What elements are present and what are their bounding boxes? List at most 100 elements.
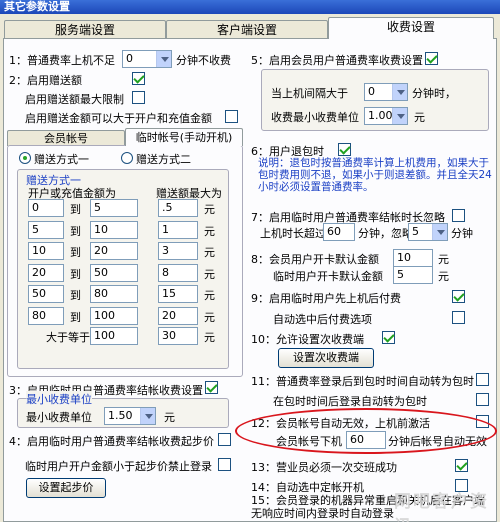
gift-row-gift-input[interactable]: 15 (158, 285, 198, 303)
min-minutes-select[interactable]: 0 (122, 50, 172, 68)
tab-server-settings[interactable]: 服务端设置 (4, 20, 166, 38)
gift-row-gift-input[interactable]: .5 (158, 199, 198, 217)
subtab-temp[interactable]: 临时帐号(手动开机) (125, 128, 243, 146)
option-7-checkbox[interactable] (452, 209, 465, 222)
tab-client-settings[interactable]: 客户端设置 (166, 20, 328, 38)
member-default-unit: 元 (438, 253, 449, 266)
option-11-checkbox[interactable] (476, 373, 489, 386)
last-row-amount-input[interactable]: 100 (90, 327, 138, 345)
option-9-checkbox[interactable] (452, 290, 465, 303)
min-charge-select[interactable]: 1.00 (364, 107, 408, 125)
option-3-checkbox[interactable] (205, 381, 218, 394)
interval-unit: 分钟时， (412, 87, 456, 100)
gift-row-to-input[interactable]: 80 (90, 285, 138, 303)
min-unit-yuan: 元 (164, 411, 175, 424)
enable-gift-checkbox[interactable] (132, 72, 145, 85)
member-default-amount-input[interactable]: 10 (393, 249, 433, 267)
gift-row-gift-input[interactable]: 1 (158, 220, 198, 239)
option-5-label: 5：启用会员用户普通费率收费设置 (251, 54, 423, 67)
gift-row-from-input[interactable]: 80 (28, 306, 64, 325)
option-11a-label: 在包时时间后登录自动转为包时 (273, 395, 427, 408)
gift-exceed-label: 启用赠送金额可以大于开户和充值金额 (25, 112, 212, 125)
gift-mode-1-label: 赠送方式一 (34, 153, 89, 166)
gift-row-from-input[interactable]: 20 (28, 263, 64, 282)
option-4a-label: 临时用户开户金额小于起步价禁止登录 (25, 460, 212, 473)
ignore-select[interactable]: 5 (408, 223, 448, 241)
highlight-ellipse (235, 408, 497, 454)
option-4a-checkbox[interactable] (218, 458, 231, 471)
gift-row-from-input[interactable]: 50 (28, 285, 64, 303)
option-13-checkbox[interactable] (455, 459, 468, 472)
window-title: 其它参数设置 (0, 0, 500, 14)
option-10-checkbox[interactable] (382, 331, 395, 344)
option-1-suffix: 分钟不收费 (176, 54, 231, 67)
gift-row-gift-input[interactable]: 20 (158, 306, 198, 325)
option-11a-checkbox[interactable] (476, 393, 489, 406)
gift-row-unit: 元 (204, 203, 215, 216)
gift-row-unit: 元 (204, 310, 215, 324)
min-unit-select[interactable]: 1.50 (104, 407, 156, 425)
watermark: 网吧客户资讯 (394, 492, 489, 522)
option-4-label: 4：启用临时用户普通费率结帐收费起步价 (9, 435, 214, 448)
gift-row-gift-input[interactable]: 8 (158, 263, 198, 282)
gift-row-from-input[interactable]: 5 (28, 220, 64, 239)
gift-row-to-label: 到 (70, 310, 81, 324)
last-row-gift-input[interactable]: 30 (158, 327, 198, 345)
set-start-price-button[interactable]: 设置起步价 (26, 478, 106, 498)
option-4-checkbox[interactable] (218, 433, 231, 446)
interval-select[interactable]: 0 (364, 83, 408, 101)
duration-over-input[interactable]: 60 (323, 223, 355, 241)
subtab-member[interactable]: 会员帐号 (7, 130, 125, 146)
option-9a-label: 自动选中后付费选项 (273, 313, 372, 326)
option-2-label: 2：启用赠送额 (9, 74, 82, 87)
gift-row-to-label: 到 (70, 289, 81, 302)
chevron-down-icon (432, 224, 447, 240)
interval-label: 当上机间隔大于 (271, 87, 348, 100)
gift-exceed-checkbox[interactable] (225, 110, 238, 123)
ignore-unit: 分钟 (451, 227, 473, 240)
last-row-label: 大于等于 (46, 331, 90, 344)
gift-row-unit: 元 (204, 267, 215, 281)
tab-billing-settings[interactable]: 收费设置 (328, 17, 494, 39)
gift-row-unit: 元 (204, 246, 215, 259)
gift-row-to-input[interactable]: 5 (90, 199, 138, 217)
gift-row-from-input[interactable]: 10 (28, 242, 64, 260)
chevron-down-icon (392, 108, 407, 124)
chevron-down-icon (156, 51, 171, 67)
chevron-down-icon (392, 84, 407, 100)
last-row-unit: 元 (204, 331, 215, 344)
option-8-label: 8：会员用户开卡默认金额 (251, 253, 379, 266)
option-10-label: 10：允许设置次收费端 (251, 333, 364, 346)
settings-window: 其它参数设置 服务端设置 客户端设置 收费设置 1：普通费率上机不足 0 分钟不… (0, 0, 500, 522)
gift-row-to-input[interactable]: 100 (90, 306, 138, 325)
gift-row-to-input[interactable]: 10 (90, 220, 138, 239)
option-13-label: 13：营业员必须一次交班成功 (251, 461, 397, 474)
chevron-down-icon (140, 408, 155, 424)
set-sub-billing-button[interactable]: 设置次收费端 (278, 348, 374, 368)
temp-default-unit: 元 (438, 270, 449, 283)
gift-row-from-input[interactable]: 0 (28, 199, 64, 217)
gift-row-to-label: 到 (70, 246, 81, 259)
option-5-checkbox[interactable] (425, 52, 438, 65)
option-9-label: 9：启用临时用户先上机后付费 (251, 292, 401, 305)
gift-row-to-input[interactable]: 50 (90, 263, 138, 282)
gift-max-limit-checkbox[interactable] (132, 91, 145, 104)
gift-max-limit-label: 启用赠送额最大限制 (25, 93, 124, 106)
gift-mode-1-radio[interactable] (19, 152, 31, 164)
option-1-label: 1：普通费率上机不足 (9, 54, 115, 67)
gift-mode-2-radio[interactable] (121, 152, 133, 164)
option-14-label: 14：自动选中定帐开机 (251, 481, 364, 494)
option-9a-checkbox[interactable] (452, 311, 465, 324)
temp-default-amount-input[interactable]: 5 (393, 266, 433, 284)
temp-default-amount-label: 临时用户开卡默认金额 (273, 270, 383, 283)
option-6-checkbox[interactable] (338, 143, 351, 156)
gift-row-gift-input[interactable]: 3 (158, 242, 198, 260)
gift-mode-2-label: 赠送方式二 (136, 153, 191, 166)
gift-row-to-label: 到 (70, 203, 81, 216)
gift-row-to-label: 到 (70, 224, 81, 238)
min-unit-label: 最小收费单位 (26, 411, 92, 424)
gift-row-to-label: 到 (70, 267, 81, 281)
option-11-label: 11：普通费率登录后到包时时间自动转为包时 (251, 375, 474, 388)
option-6-note: 说明：退包时按普通费率计算上机费用，如果大于包时费用则不退，如果小于则退差额。并… (258, 157, 492, 193)
gift-row-to-input[interactable]: 20 (90, 242, 138, 260)
